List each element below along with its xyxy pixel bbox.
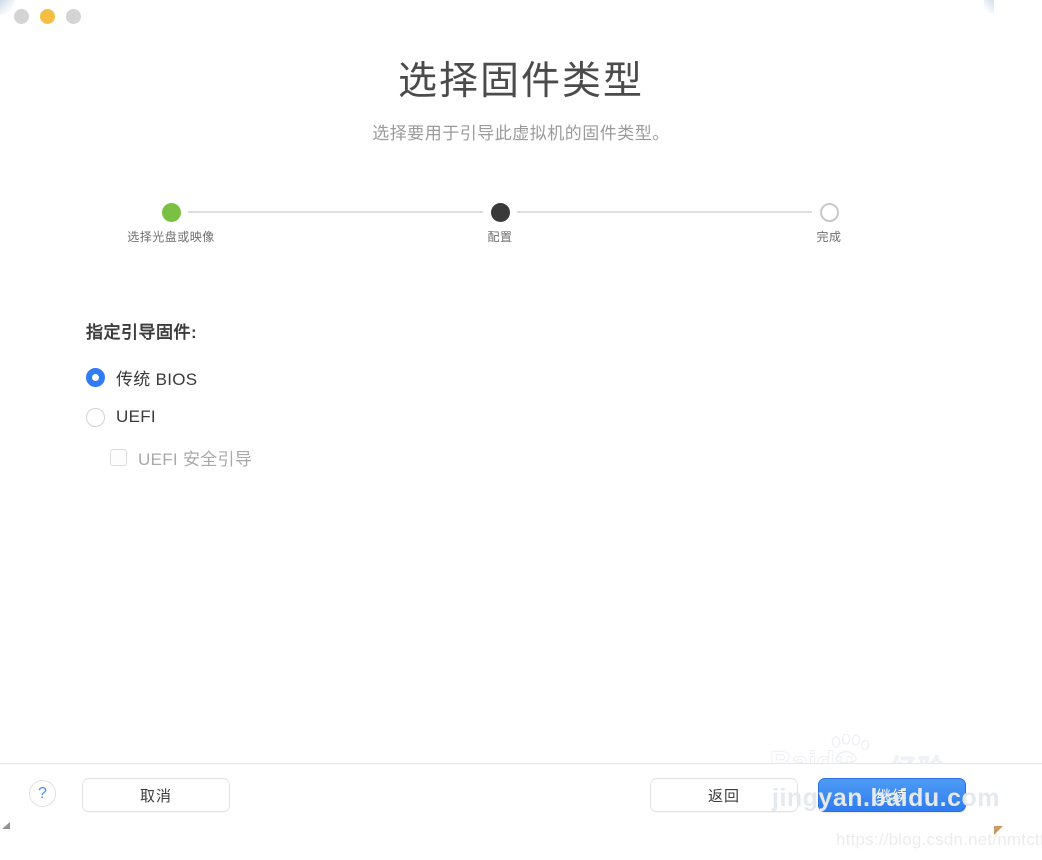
- checkbox-uefi-secure-boot: [110, 448, 127, 466]
- cancel-button[interactable]: 取消: [82, 778, 230, 812]
- baidu-paw-icon: [831, 734, 870, 764]
- step-label-2: 配置: [487, 230, 513, 244]
- continue-button[interactable]: 继续: [818, 778, 966, 812]
- form-legend: 指定引导固件:: [86, 323, 198, 342]
- help-button[interactable]: ?: [29, 780, 56, 807]
- header: 选择固件类型 选择要用于引导此虚拟机的固件类型。: [0, 56, 1042, 146]
- radio-uefi[interactable]: [86, 407, 105, 427]
- title-bar: [0, 0, 1042, 36]
- page-subtitle: 选择要用于引导此虚拟机的固件类型。: [372, 124, 670, 143]
- footer-bar: ? 取消 返回 继续: [0, 764, 1042, 860]
- option-row-uefi[interactable]: UEFI: [86, 401, 686, 433]
- window-corner-right: [984, 0, 994, 13]
- step-node-2: [489, 201, 511, 223]
- step-dot-complete-icon: [161, 202, 181, 222]
- close-button-icon[interactable]: [14, 9, 29, 24]
- radio-legacy-bios[interactable]: [86, 367, 105, 387]
- step-connector-1: [188, 211, 483, 213]
- option-label-uefi-secure-boot: UEFI 安全引导: [138, 449, 253, 469]
- back-button[interactable]: 返回: [650, 778, 798, 812]
- wizard-stepper: 选择光盘或映像 配置 完成: [127, 196, 842, 256]
- option-label-legacy-bios: 传统 BIOS: [116, 369, 198, 389]
- stepper-track: [160, 196, 840, 228]
- option-row-uefi-secure-boot: UEFI 安全引导: [110, 441, 686, 473]
- step-label-1: 选择光盘或映像: [127, 230, 215, 244]
- step-dot-current-icon: [490, 202, 510, 222]
- stepper-labels: 选择光盘或映像 配置 完成: [127, 228, 842, 248]
- edge-artifact-left-icon: [2, 822, 10, 829]
- zoom-button-icon[interactable]: [66, 9, 81, 24]
- window-corner-left: [0, 0, 14, 14]
- step-dot-pending-icon: [819, 202, 839, 222]
- option-row-legacy-bios[interactable]: 传统 BIOS: [86, 361, 686, 393]
- minimize-button-icon[interactable]: [40, 9, 55, 24]
- step-node-3: [818, 201, 840, 223]
- dialog-window: 选择固件类型 选择要用于引导此虚拟机的固件类型。 选择光盘或映像 配置 完成 指…: [0, 0, 1042, 860]
- option-label-uefi: UEFI: [116, 407, 156, 426]
- firmware-options-group: 指定引导固件: 传统 BIOS UEFI UEFI 安全引导: [86, 318, 686, 481]
- step-label-3: 完成: [816, 230, 842, 244]
- page-title: 选择固件类型: [397, 60, 644, 103]
- step-connector-2: [517, 211, 812, 213]
- traffic-lights: [14, 9, 81, 24]
- step-node-1: [160, 201, 182, 223]
